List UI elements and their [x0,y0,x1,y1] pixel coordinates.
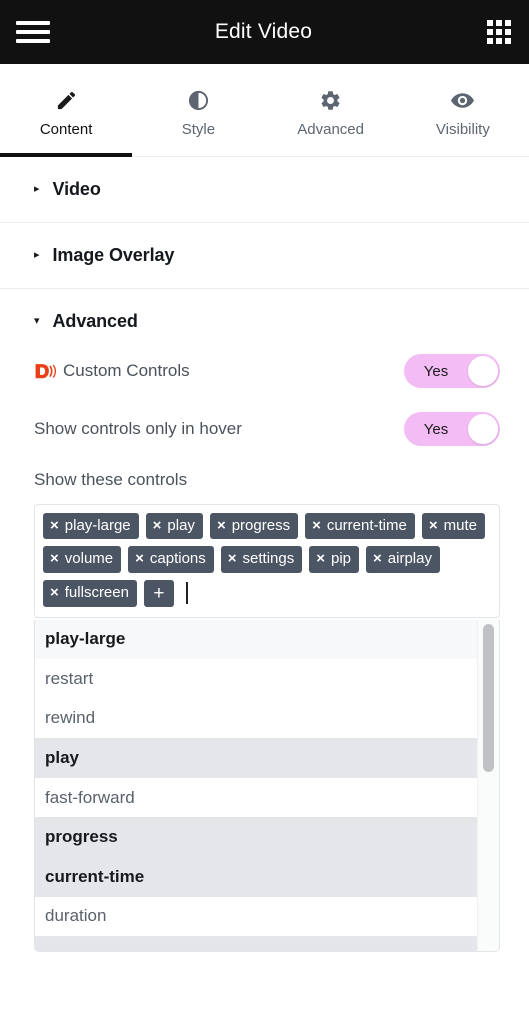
remove-tag-icon[interactable]: × [135,551,144,566]
tab-label: Content [39,121,93,138]
contrast-icon [187,88,210,112]
tag-chip-label: progress [231,517,291,534]
page-title: Edit Video [214,20,313,43]
tag-chip-label: volume [64,550,114,568]
row-label-text: Show controls only in hover [34,419,242,438]
dropdown-option[interactable]: fast-forward [35,777,477,818]
tab-label: Advanced [297,121,364,138]
dropdown-option[interactable] [35,936,477,951]
remove-tag-icon[interactable]: × [373,551,382,566]
tag-chip[interactable]: × fullscreen [43,579,137,607]
chevron-right-icon: ▸ [34,249,40,261]
add-tag-button[interactable]: + [143,579,174,607]
tag-chip[interactable]: × airplay [366,546,440,573]
pencil-icon [55,88,78,112]
tag-chip[interactable]: × play [145,513,203,540]
remove-tag-icon[interactable]: × [228,551,237,566]
remove-tag-icon[interactable]: × [153,518,162,533]
row-show-controls-hover: Show controls only in hover Yes [34,400,500,458]
dropdown-option[interactable]: duration [35,896,477,937]
toggle-value-label: Yes [423,362,449,380]
tab-style[interactable]: Style [132,64,264,156]
section-image-overlay[interactable]: ▸ Image Overlay [0,223,529,289]
controls-options-list: play-large restart rewind play fast-forward p… [35,619,477,951]
section-title: Video [52,179,101,199]
editor-tab-bar: Content Style Advanced Visibility [0,64,529,157]
hamburger-menu-icon[interactable] [16,19,50,45]
top-app-bar: Edit Video [0,0,529,64]
eye-icon [450,88,475,112]
tab-advanced[interactable]: Advanced [265,64,397,156]
row-label-group: Custom Controls [34,361,190,381]
dropdown-option[interactable]: rewind [35,698,477,739]
advanced-panel: Custom Controls Yes Show controls only i… [0,342,529,952]
row-custom-controls: Custom Controls Yes [34,342,500,400]
remove-tag-icon[interactable]: × [50,551,59,566]
dropdown-option[interactable]: progress [35,817,477,858]
tag-chip[interactable]: × current-time [305,513,415,540]
row-label-text: Custom Controls [63,361,190,380]
tag-chip-label: play [167,517,195,534]
controls-options-dropdown[interactable]: play-large restart rewind play fast-forward p… [34,619,500,952]
dropdown-option[interactable]: play-large [35,619,477,660]
tag-chip[interactable]: × progress [209,513,299,540]
dropdown-scrollbar-thumb[interactable] [483,623,494,772]
toggle-show-controls-hover[interactable]: Yes [404,412,500,446]
tag-chip-label: mute [443,517,477,534]
tag-chip[interactable]: × pip [309,546,360,573]
tag-chip[interactable]: × captions [128,546,214,573]
grid-apps-icon[interactable] [487,20,511,44]
remove-tag-icon[interactable]: × [316,551,325,566]
dropdown-scrollbar[interactable] [477,619,499,951]
remove-tag-icon[interactable]: × [429,518,438,533]
tag-chip-label: play-large [64,517,131,534]
remove-tag-icon[interactable]: × [50,585,59,600]
tab-label: Visibility [435,121,490,138]
tag-chip[interactable]: × volume [43,546,122,573]
section-video[interactable]: ▸ Video [0,157,529,223]
controls-field-label: Show these controls [34,470,188,489]
tab-visibility[interactable]: Visibility [397,64,529,156]
tag-text-caret [185,582,188,604]
section-title: Advanced [52,311,138,331]
section-title: Image Overlay [52,245,175,265]
tab-content[interactable]: Content [0,64,133,157]
toggle-custom-controls[interactable]: Yes [404,354,500,388]
remove-tag-icon[interactable]: × [312,518,321,533]
toggle-value-label: Yes [423,420,449,438]
tag-chip-label: captions [149,550,206,568]
tag-chip[interactable]: × settings [220,546,303,573]
tab-label: Style [181,121,216,138]
dropdown-option[interactable]: restart [35,659,477,699]
section-advanced[interactable]: ▾ Advanced [0,289,529,342]
tag-chip-label: current-time [326,517,407,534]
dropdown-option[interactable]: play [35,738,477,778]
tag-chip-label: settings [242,550,295,568]
gear-icon [319,88,342,112]
remove-tag-icon[interactable]: × [50,518,59,533]
tag-chip[interactable]: × mute [421,513,485,540]
dropdown-option[interactable]: current-time [35,857,477,897]
tag-chip[interactable]: × play-large [43,513,139,540]
tag-chip-label: pip [331,550,352,568]
chevron-down-icon: ▾ [34,315,40,327]
tag-chip-label: airplay [387,550,432,568]
toggle-knob [468,414,498,444]
row-label-group: Show controls only in hover [34,419,242,439]
dailymotion-d-icon [34,363,56,381]
tag-chip-label: fullscreen [64,583,129,601]
chevron-right-icon: ▸ [34,183,40,195]
remove-tag-icon[interactable]: × [217,518,226,533]
controls-tag-input[interactable]: × play-large × play × progress × current-time × m… [34,504,500,618]
toggle-knob [468,356,498,386]
